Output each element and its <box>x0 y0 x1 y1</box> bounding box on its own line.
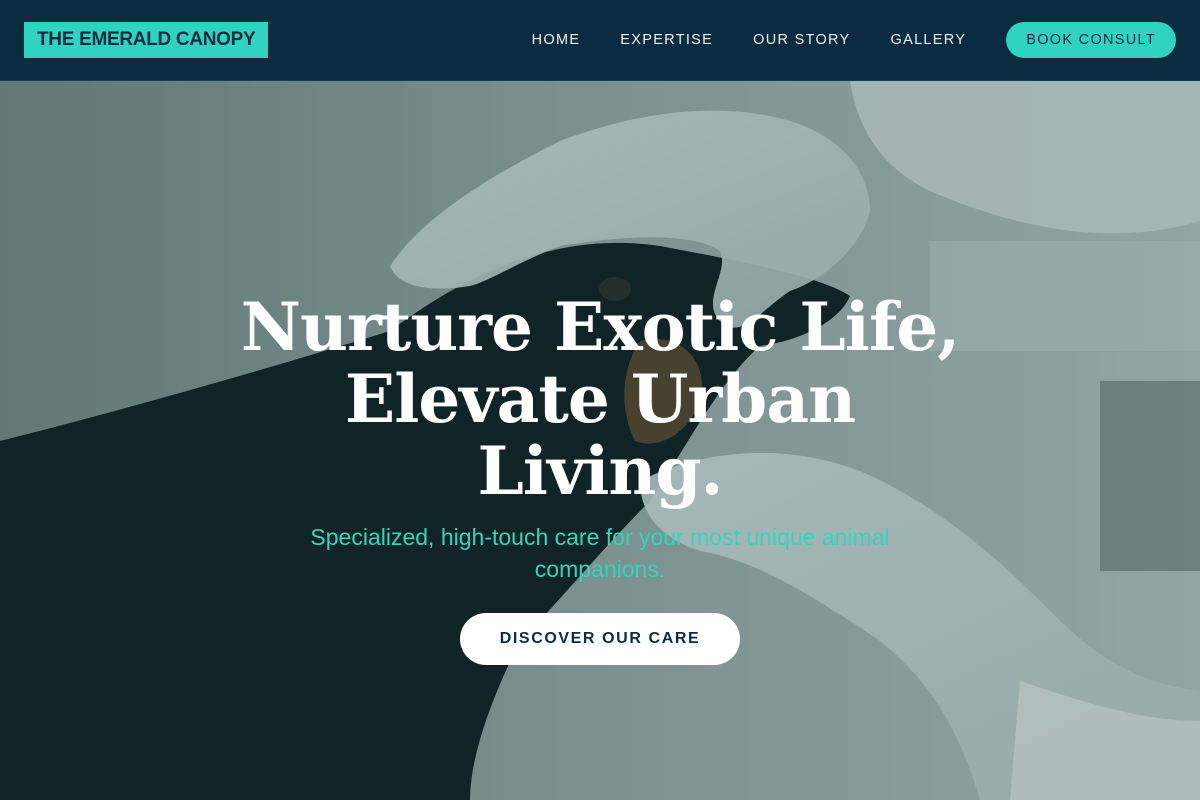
discover-our-care-button[interactable]: DISCOVER OUR CARE <box>459 613 741 665</box>
brand-logo[interactable]: THE EMERALD CANOPY <box>24 22 269 58</box>
hero-title: Nurture Exotic Life, Elevate Urban Livin… <box>220 291 980 507</box>
hero-title-line-2: Elevate Urban Living. <box>344 360 856 510</box>
nav-link-gallery[interactable]: GALLERY <box>891 32 967 48</box>
book-consult-button[interactable]: BOOK CONSULT <box>1006 22 1176 58</box>
nav-link-our-story[interactable]: OUR STORY <box>753 32 850 48</box>
site-header: THE EMERALD CANOPY HOME EXPERTISE OUR ST… <box>0 0 1200 81</box>
nav-link-expertise[interactable]: EXPERTISE <box>620 32 713 48</box>
hero-content: Nurture Exotic Life, Elevate Urban Livin… <box>0 291 1200 665</box>
hero-title-line-1: Nurture Exotic Life, <box>240 288 961 366</box>
nav-link-home[interactable]: HOME <box>532 32 581 48</box>
main-nav: HOME EXPERTISE OUR STORY GALLERY BOOK CO… <box>532 22 1176 58</box>
hero-section: Nurture Exotic Life, Elevate Urban Livin… <box>0 81 1200 800</box>
hero-subtitle: Specialized, high-touch care for your mo… <box>310 524 890 582</box>
